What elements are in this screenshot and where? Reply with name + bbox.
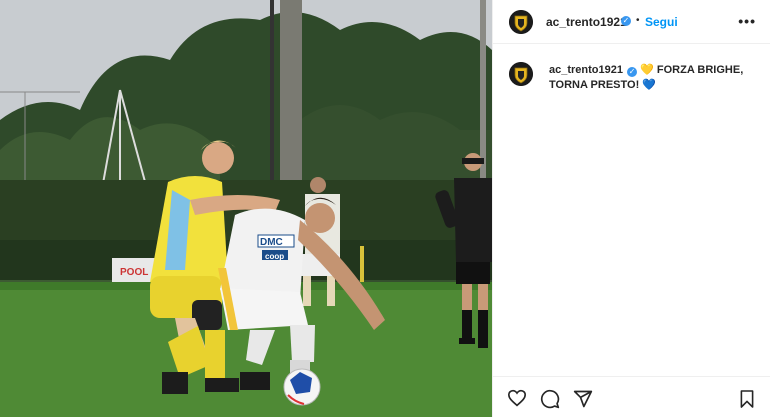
football-match-photo: POOL DMC coop <box>0 0 492 417</box>
post-photo[interactable]: POOL DMC coop <box>0 0 492 417</box>
caption-line1: FORZA BRIGHE, <box>656 64 744 76</box>
ad-board-text: POOL <box>120 267 148 278</box>
post-caption: ac_trento1921 ✓ 💛 FORZA BRIGHE, TORNA PR… <box>549 63 754 93</box>
football <box>283 368 321 406</box>
trento-crest-icon <box>509 10 533 34</box>
comment-icon[interactable] <box>540 389 560 409</box>
verified-badge-icon: ✓ <box>621 16 631 26</box>
bookmark-icon[interactable] <box>739 389 755 409</box>
caption-line2: TORNA PRESTO! <box>549 79 640 91</box>
blue-heart-emoji: 💙 <box>642 79 657 91</box>
more-options-icon[interactable]: ••• <box>738 13 756 29</box>
jersey-sponsor-text: DMC <box>260 237 283 248</box>
post-header: ac_trento1921 ✓ • Segui ••• <box>493 0 770 44</box>
yellow-heart-emoji: 💛 <box>640 64 654 76</box>
separator-dot: • <box>636 15 640 26</box>
post-actions <box>493 376 770 417</box>
caption-avatar[interactable] <box>509 62 533 86</box>
follow-button[interactable]: Segui <box>645 15 678 29</box>
heart-icon[interactable] <box>507 389 527 407</box>
caption-username[interactable]: ac_trento1921 <box>549 64 623 76</box>
verified-badge-icon: ✓ <box>627 67 638 77</box>
trento-crest-icon <box>509 62 533 86</box>
avatar[interactable] <box>509 10 533 34</box>
jersey-sponsor-2-text: coop <box>265 252 284 261</box>
send-icon[interactable] <box>573 389 593 409</box>
header-username[interactable]: ac_trento1921 <box>546 15 627 29</box>
post-sidebar: ac_trento1921 ✓ • Segui ••• ac_trento192… <box>492 0 770 417</box>
